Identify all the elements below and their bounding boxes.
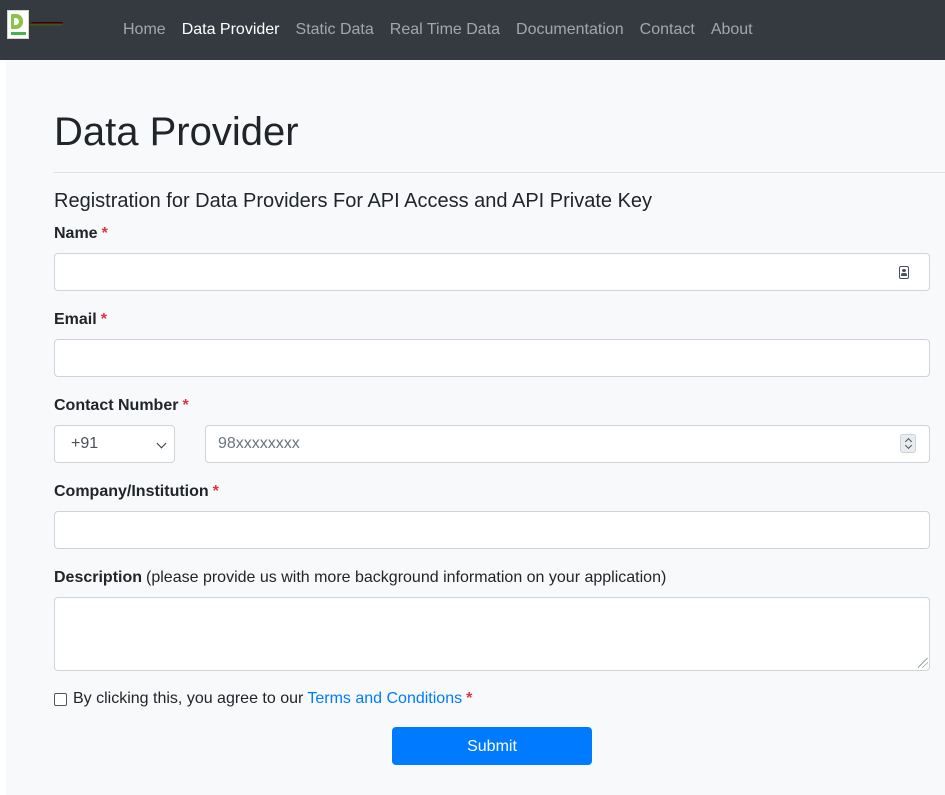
terms-link[interactable]: Terms and Conditions — [307, 690, 462, 707]
required-mark: * — [466, 690, 473, 707]
terms-checkbox[interactable] — [54, 693, 67, 706]
nav-link-contact[interactable]: Contact — [632, 18, 703, 42]
company-label-text: Company/Institution — [54, 483, 209, 500]
phone-input[interactable] — [205, 425, 930, 463]
company-label: Company/Institution * — [54, 481, 219, 503]
required-mark: * — [100, 311, 107, 328]
contact-number-label: Contact Number * — [54, 395, 189, 417]
page-subtitle: Registration for Data Providers For API … — [54, 190, 653, 212]
nav-link-static-data[interactable]: Static Data — [288, 18, 382, 42]
required-mark: * — [182, 397, 189, 414]
description-label-text: Description — [54, 569, 143, 586]
nav-link-documentation[interactable]: Documentation — [508, 18, 632, 42]
country-code-select[interactable]: +91 — [54, 425, 175, 463]
chevron-down-icon — [156, 438, 167, 449]
name-label: Name * — [54, 223, 108, 245]
name-input[interactable] — [54, 253, 930, 291]
top-navbar: Home Data Provider Static Data Real Time… — [0, 0, 945, 60]
page-title: Data Provider — [54, 110, 299, 154]
required-mark: * — [212, 483, 219, 500]
nav-link-home[interactable]: Home — [115, 18, 174, 42]
resize-handle-icon[interactable] — [918, 658, 928, 668]
number-spinner-icon[interactable] — [900, 434, 916, 453]
email-label: Email * — [54, 309, 107, 331]
description-textarea[interactable] — [54, 597, 930, 671]
description-label: Description (please provide us with more … — [54, 567, 666, 589]
contact-number-label-text: Contact Number — [54, 397, 179, 414]
country-code-value: +91 — [71, 435, 99, 452]
required-mark: * — [101, 225, 108, 242]
name-label-text: Name — [54, 225, 98, 242]
main-content: Data Provider Registration for Data Prov… — [6, 60, 945, 795]
contact-card-icon[interactable] — [899, 266, 909, 279]
description-hint: (please provide us with more background … — [146, 569, 667, 586]
title-divider — [54, 172, 945, 173]
submit-button[interactable]: Submit — [392, 727, 592, 765]
email-label-text: Email — [54, 311, 97, 328]
terms-agreement: By clicking this, you agree to our Terms … — [73, 689, 472, 709]
agree-text: By clicking this, you agree to our — [73, 690, 304, 707]
nav-link-data-provider[interactable]: Data Provider — [174, 18, 288, 42]
nav-link-real-time-data[interactable]: Real Time Data — [382, 18, 508, 42]
email-input[interactable] — [54, 339, 930, 377]
nav-link-about[interactable]: About — [703, 18, 761, 42]
logo-bar — [11, 32, 26, 35]
logo-icon[interactable] — [7, 10, 29, 39]
logo-mark — [11, 14, 23, 29]
company-input[interactable] — [54, 511, 930, 549]
nav-links: Home Data Provider Static Data Real Time… — [115, 0, 761, 60]
logo-stripe-icon — [29, 22, 64, 26]
